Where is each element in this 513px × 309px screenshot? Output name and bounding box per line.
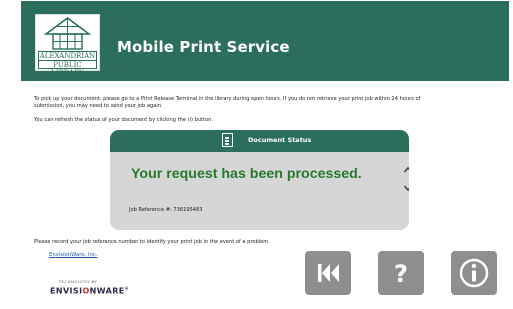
document-icon [222,133,233,147]
back-button[interactable] [305,251,351,295]
app-title: Mobile Print Service [117,38,290,56]
scroll-down-button[interactable] [403,183,409,193]
document-status-header: Document Status [110,130,409,152]
logo-text-line1: ALEXANDRIAN [38,51,97,60]
refresh-info-button[interactable] [451,251,497,295]
pickup-instructions-line2: submission, you may need to send your jo… [34,103,163,109]
logo-text-line2: PUBLIC LIBRARY [38,60,97,77]
question-mark-icon: ? [394,260,408,288]
status-message: Your request has been processed. [131,166,362,182]
refresh-instructions: You can refresh the status of your docum… [34,117,214,123]
help-glyph: ? [394,260,408,288]
brand-part2: O [82,286,90,296]
brand-part3: NWARE [89,286,125,296]
help-button[interactable]: ? [378,251,424,295]
job-reference-number: 736195483 [173,207,203,213]
info-icon [459,258,489,288]
pickup-instructions-line1: To pick up your document, please go to a… [34,96,421,102]
header-banner: ALEXANDRIAN PUBLIC LIBRARY Mobile Print … [21,1,509,81]
library-building-icon [44,17,91,50]
brand-part1: ENVISI [50,286,83,296]
envisionware-link[interactable]: EnvisionWare, Inc. [49,252,98,258]
pickup-instructions: To pick up your document, please go to a… [34,96,504,110]
document-status-heading: Document Status [248,136,312,144]
chevron-down-icon [403,185,409,192]
brand-mark: ® [124,286,130,291]
envisionware-logo: ENVISIONWARE® [50,286,129,296]
document-status-panel: Document Status Your request has been pr… [110,130,409,230]
technology-by-label: TECHNOLOGY BY [58,279,98,284]
chevron-up-icon [403,166,409,173]
record-reference-note: Please record your job reference number … [34,239,270,245]
job-reference-label: Job Reference #: [129,207,172,213]
library-logo: ALEXANDRIAN PUBLIC LIBRARY [35,14,100,77]
job-reference: Job Reference #: 736195483 [129,207,203,213]
skip-back-icon [318,264,339,282]
scroll-up-button[interactable] [403,165,409,175]
